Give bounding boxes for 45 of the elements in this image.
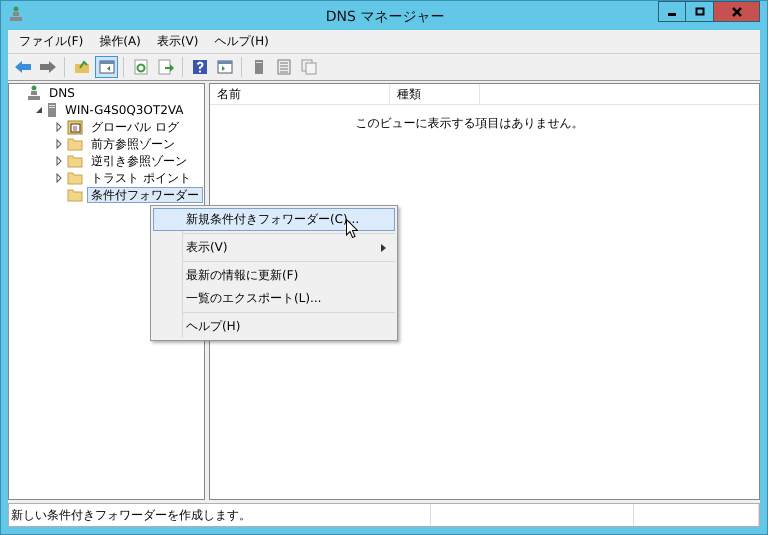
menu-item[interactable]: 操作(A) [91, 33, 149, 50]
minimize-icon [668, 13, 676, 16]
export-list-icon [158, 59, 174, 75]
context-menu-item[interactable]: ヘルプ(H) [153, 315, 395, 338]
tree-item[interactable]: WIN-G4S0Q3OT2VA [61, 102, 188, 118]
console-tree-icon [98, 60, 114, 74]
menu-item[interactable]: ファイル(F) [11, 33, 92, 50]
refresh-icon [132, 59, 148, 75]
minimize-button[interactable] [658, 1, 686, 22]
folder-up-icon [74, 60, 90, 74]
server-icon [47, 102, 57, 118]
tree-item[interactable]: 逆引き参照ゾーン [87, 152, 191, 168]
network-icon [9, 6, 23, 22]
tree-item[interactable]: 前方参照ゾーン [87, 136, 179, 152]
tree-item[interactable]: DNS [45, 84, 79, 100]
tree-item[interactable]: 条件付フォワーダー [87, 186, 203, 202]
close-button[interactable] [714, 1, 760, 22]
action-pane-icon [216, 60, 232, 74]
folder-icon [67, 188, 83, 202]
back-arrow-icon [14, 60, 32, 74]
toolbar-button[interactable] [95, 56, 118, 78]
context-menu-item[interactable]: 最新の情報に更新(F) [153, 264, 395, 287]
menu-item[interactable]: ヘルプ(H) [206, 33, 277, 50]
context-menu-item[interactable]: 一覧のエクスポート(L)... [153, 287, 395, 310]
tree-item[interactable]: グローバル ログ [87, 118, 183, 134]
context-menu-item[interactable]: 新規条件付きフォワーダー(C)... [153, 208, 395, 231]
list-icon [276, 59, 290, 75]
help-icon [192, 59, 208, 75]
folder-icon [67, 136, 83, 150]
maximize-icon [694, 6, 704, 16]
tree-item[interactable]: トラスト ポイント [87, 170, 195, 186]
menu-item[interactable]: 表示(V) [148, 33, 206, 50]
column-header[interactable]: 名前 [210, 84, 390, 104]
empty-message: このビューに表示する項目はありません。 [354, 115, 584, 132]
log-icon [67, 118, 83, 134]
close-icon [732, 6, 742, 16]
status-text: 新しい条件付きフォワーダーを作成します。 [9, 504, 431, 526]
context-menu-item[interactable]: 表示(V) [153, 236, 395, 259]
column-header[interactable]: 種類 [390, 84, 480, 104]
folder-icon [67, 170, 83, 184]
window-title: DNS マネージャー [324, 8, 446, 26]
server-icon [254, 59, 264, 75]
forward-arrow-icon [38, 60, 56, 74]
copy-icon [300, 59, 316, 75]
folder-icon [67, 154, 83, 168]
